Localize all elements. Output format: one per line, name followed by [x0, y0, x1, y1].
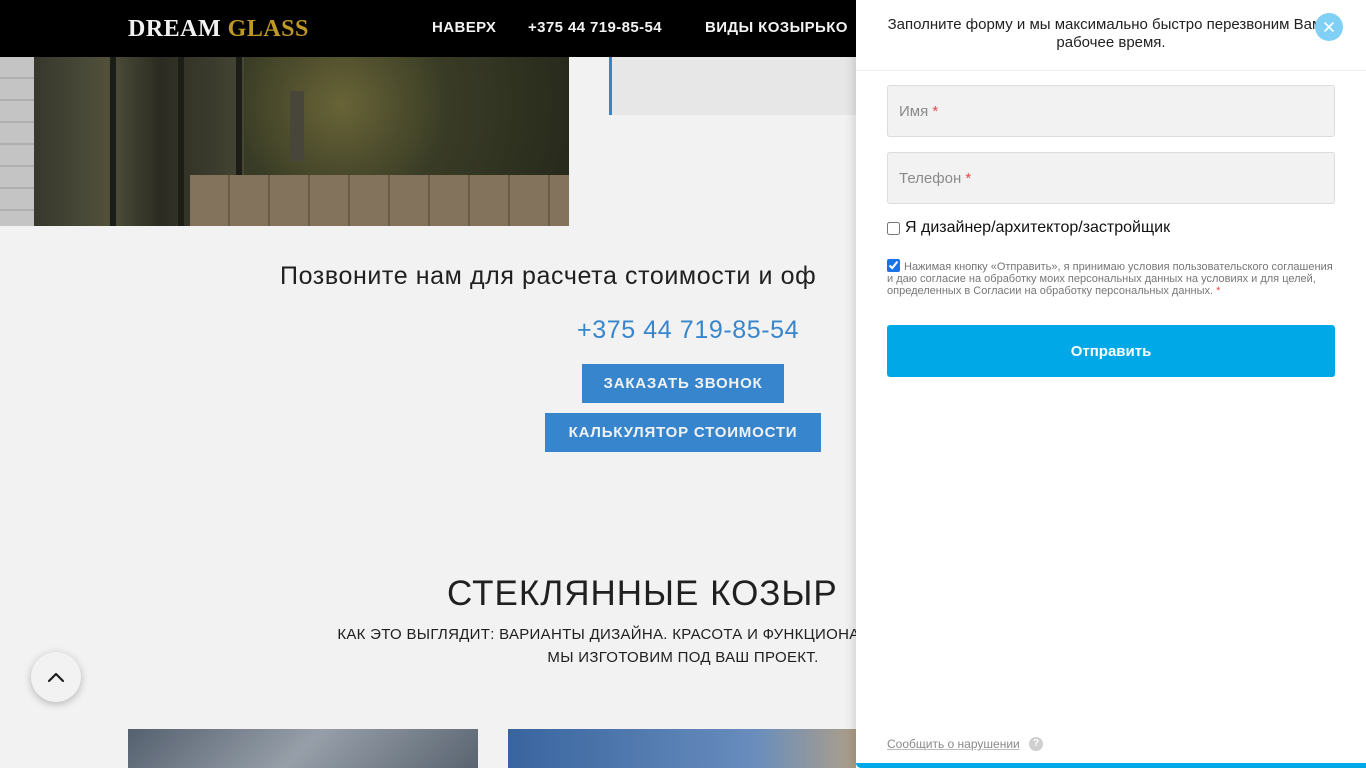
callback-form-panel: Заполните форму и мы максимально быстро … — [856, 0, 1366, 768]
form-header: Заполните форму и мы максимально быстро … — [856, 0, 1366, 71]
form-header-text: Заполните форму и мы максимально быстро … — [887, 16, 1335, 51]
consent-row[interactable]: Нажимая кнопку «Отправить», я принимаю у… — [887, 259, 1337, 297]
consent-checkbox[interactable] — [887, 259, 900, 272]
help-icon[interactable]: ? — [1029, 737, 1043, 751]
designer-checkbox-label: Я дизайнер/архитектор/застройщик — [905, 219, 1171, 236]
panel-bottom-accent — [856, 763, 1366, 768]
designer-checkbox-row[interactable]: Я дизайнер/архитектор/застройщик — [887, 219, 1170, 237]
required-mark: * — [1216, 285, 1221, 297]
designer-checkbox[interactable] — [887, 221, 900, 235]
modal-backdrop[interactable] — [0, 0, 856, 768]
phone-input[interactable] — [888, 153, 1334, 203]
consent-text: Нажимая кнопку «Отправить», я принимаю у… — [887, 261, 1333, 297]
name-input[interactable] — [888, 86, 1334, 136]
close-button[interactable] — [1315, 13, 1343, 41]
report-abuse-link[interactable]: Сообщить о нарушении — [887, 737, 1020, 751]
phone-field[interactable]: Телефон * — [887, 152, 1335, 204]
name-field[interactable]: Имя * — [887, 85, 1335, 137]
submit-button[interactable]: Отправить — [887, 325, 1335, 377]
close-icon — [1324, 22, 1334, 32]
